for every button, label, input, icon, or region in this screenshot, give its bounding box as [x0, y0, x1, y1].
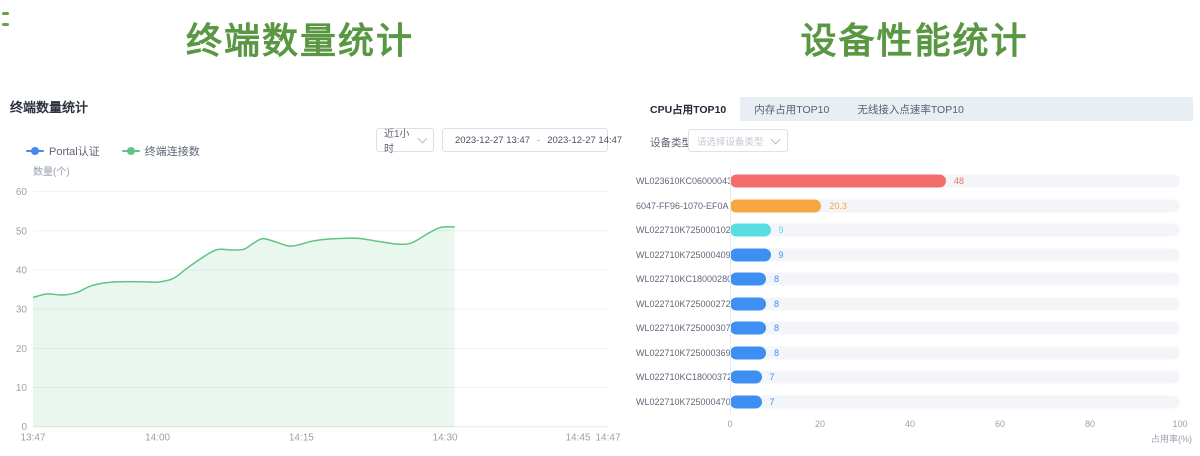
bar-x-tick: 0: [727, 419, 732, 429]
bar-x-tick: 100: [1172, 419, 1187, 429]
bar-track: [730, 297, 1180, 310]
bar-value-label: 7: [770, 372, 775, 382]
bar-track: [730, 322, 1180, 335]
bar: [730, 322, 766, 335]
bar-chart-x-axis-label: 占用率(%): [1040, 432, 1192, 445]
bar-row: WL022710KC18000372 7: [636, 365, 1193, 390]
cpu-top10-bar-chart: WL023610KC06000043 48 6047-FF96-1070-EF0A 2…: [636, 169, 1193, 414]
bar-row: WL022710K725000307 8: [636, 316, 1193, 341]
bar-value-label: 8: [774, 299, 779, 309]
bar-row: WL022710K725000470 7: [636, 390, 1193, 415]
bar: [730, 371, 762, 384]
bar-row: WL022710K725000369 8: [636, 341, 1193, 366]
tab-2[interactable]: 无线接入点速率TOP10: [843, 97, 978, 121]
bar-category-label: WL022710K725000272: [636, 299, 722, 309]
bar-chart-x-ticks: 0 20 40 60 80 100: [636, 419, 1193, 431]
bar-row: WL022710KC18000280 8: [636, 267, 1193, 292]
bar-category-label: WL022710K725000102: [636, 225, 722, 235]
tab-0[interactable]: CPU占用TOP10: [636, 97, 740, 121]
svg-text:14:15: 14:15: [289, 433, 314, 444]
bar: [730, 199, 821, 212]
svg-text:14:45: 14:45: [565, 433, 590, 444]
svg-text:0: 0: [21, 422, 27, 433]
bar-chart-axis-line: [730, 169, 731, 415]
svg-text:20: 20: [16, 344, 28, 355]
bar-category-label: WL022710K725000470: [636, 397, 722, 407]
device-type-label: 设备类型: [650, 135, 692, 150]
bar: [730, 224, 771, 237]
bar-value-label: 8: [774, 348, 779, 358]
tab-1[interactable]: 内存占用TOP10: [740, 97, 843, 121]
bar-x-tick: 80: [1085, 419, 1095, 429]
bar-row: 6047-FF96-1070-EF0A 20.3: [636, 194, 1193, 219]
svg-text:14:00: 14:00: [145, 433, 170, 444]
bar: [730, 273, 766, 286]
svg-text:10: 10: [16, 383, 28, 394]
bar-category-label: WL022710K725000307: [636, 323, 722, 333]
terminal-stats-section-title: 终端数量统计: [0, 12, 600, 64]
bar-track: [730, 224, 1180, 237]
bar-track: [730, 371, 1180, 384]
bar-row: WL022710K725000272 8: [636, 292, 1193, 317]
bar-row: WL022710K725000102 9: [636, 218, 1193, 243]
bar-category-label: WL022710KC18000280: [636, 274, 722, 284]
device-type-select[interactable]: 请选择设备类型: [688, 129, 788, 152]
bar-category-label: WL022710K725000409: [636, 250, 722, 260]
bar-value-label: 9: [779, 225, 784, 235]
bar-x-tick: 20: [815, 419, 825, 429]
bar: [730, 248, 771, 261]
time-range-select[interactable]: 近1小时: [376, 128, 434, 152]
bar-track: [730, 248, 1180, 261]
bar-value-label: 8: [774, 274, 779, 284]
device-perf-section-title: 设备性能统计: [636, 12, 1193, 64]
device-perf-tab-bar: CPU占用TOP10内存占用TOP10无线接入点速率TOP10: [636, 97, 1193, 121]
bar-row: WL023610KC06000043 48: [636, 169, 1193, 194]
date-range-separator: -: [535, 135, 542, 146]
bar-x-tick: 60: [995, 419, 1005, 429]
svg-text:60: 60: [16, 187, 28, 198]
svg-text:14:30: 14:30: [433, 433, 458, 444]
svg-text:13:47: 13:47: [20, 433, 45, 444]
bar-value-label: 8: [774, 323, 779, 333]
terminal-stats-panel-title: 终端数量统计: [10, 97, 88, 116]
chevron-down-icon: [418, 134, 428, 144]
date-range-start: 2023-12-27 13:47: [455, 135, 530, 146]
bar-value-label: 7: [770, 397, 775, 407]
bar-track: [730, 395, 1180, 408]
time-range-value: 近1小时: [384, 125, 419, 155]
bar-row: WL022710K725000409 9: [636, 243, 1193, 268]
bar-category-label: WL023610KC06000043: [636, 176, 722, 186]
svg-text:50: 50: [16, 226, 28, 237]
bar: [730, 346, 766, 359]
chevron-down-icon: [771, 134, 781, 144]
bar-category-label: 6047-FF96-1070-EF0A: [636, 201, 722, 211]
device-type-placeholder: 请选择设备类型: [697, 134, 764, 148]
bar-value-label: 20.3: [829, 201, 847, 211]
bar: [730, 175, 946, 188]
bar: [730, 297, 766, 310]
date-range-end: 2023-12-27 14:47: [547, 135, 622, 146]
date-range-picker[interactable]: 2023-12-27 13:47 - 2023-12-27 14:47: [442, 128, 608, 152]
terminal-line-chart: 0 10 20 30 40 50 60 13:47 14:00 14:15 14:30 14:45 14…: [0, 156, 620, 456]
bar-value-label: 48: [954, 176, 964, 186]
bar-track: [730, 346, 1180, 359]
bar: [730, 395, 762, 408]
svg-text:30: 30: [16, 305, 28, 316]
svg-text:40: 40: [16, 265, 28, 276]
bar-x-tick: 40: [905, 419, 915, 429]
bar-track: [730, 273, 1180, 286]
legend-marker-icon: [26, 147, 44, 155]
svg-text:14:47: 14:47: [595, 433, 620, 444]
bar-category-label: WL022710K725000369: [636, 348, 722, 358]
bar-value-label: 9: [779, 250, 784, 260]
bar-category-label: WL022710KC18000372: [636, 372, 722, 382]
legend-marker-icon: [122, 147, 140, 155]
dashboard: 终端数量统计 终端数量统计 Portal认证 终端连接数 近1小时 2023-1…: [0, 0, 1200, 456]
